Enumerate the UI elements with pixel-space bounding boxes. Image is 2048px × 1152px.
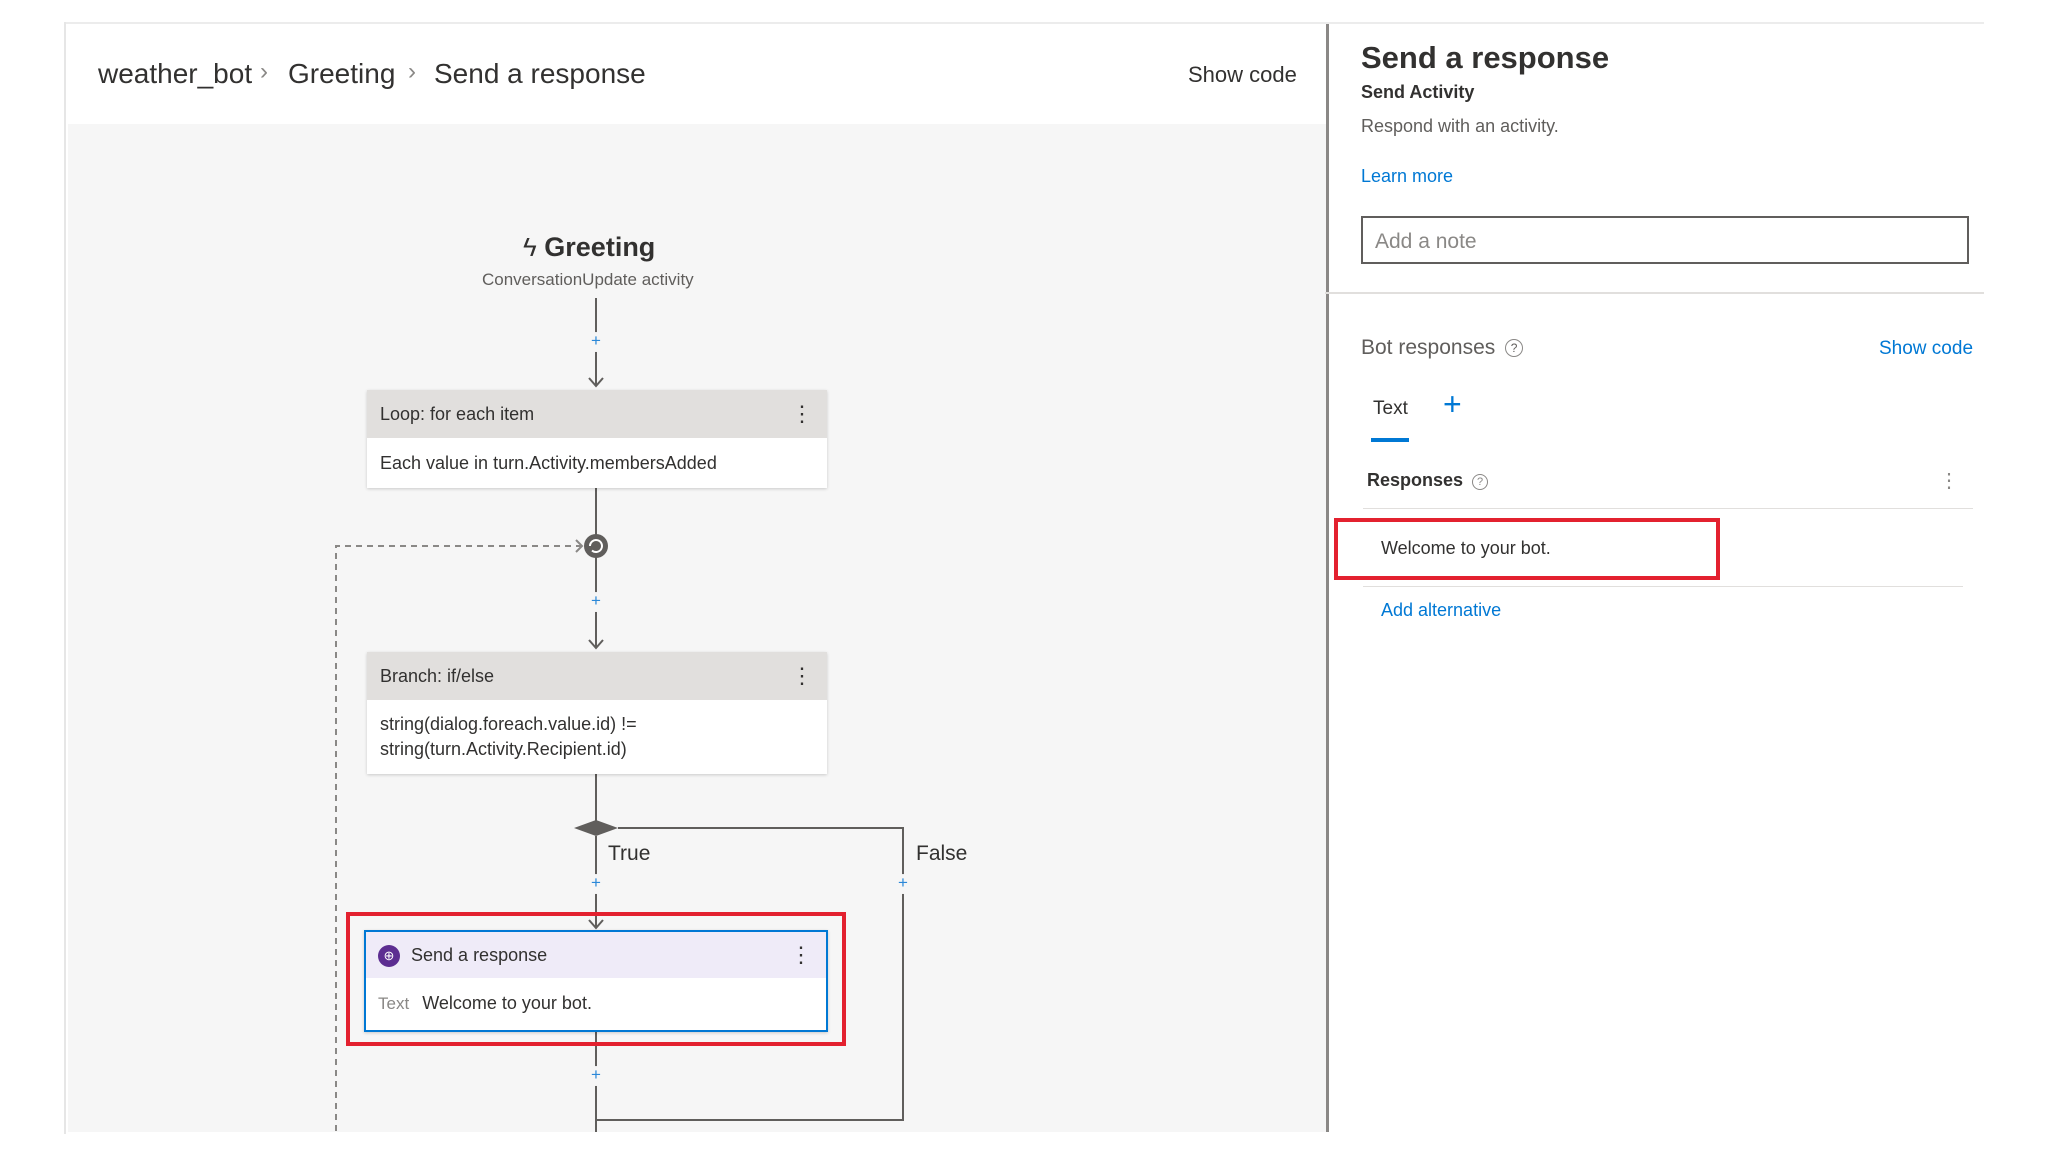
- learn-more-link[interactable]: Learn more: [1361, 166, 1453, 187]
- breadcrumb-item-send-a-response[interactable]: Send a response: [434, 58, 646, 90]
- show-code-button[interactable]: Show code: [1188, 62, 1297, 88]
- note-placeholder: Add a note: [1375, 230, 1477, 253]
- properties-panel: Send a response Send Activity Respond wi…: [1325, 24, 1984, 1132]
- branch-node-title: Branch: if/else: [380, 666, 495, 686]
- show-code-link[interactable]: Show code: [1879, 338, 1973, 360]
- branch-condition-line: string(turn.Activity.Recipient.id): [380, 739, 627, 759]
- true-branch-label: True: [608, 842, 651, 865]
- frame-left-border: [64, 22, 66, 1134]
- add-alternative-link[interactable]: Add alternative: [1381, 600, 1501, 621]
- panel-subtitle: Send Activity: [1361, 82, 1475, 102]
- loop-node-header: Loop: for each item ⋮: [367, 390, 827, 438]
- tab-active-indicator: [1371, 438, 1409, 442]
- tab-text[interactable]: Text: [1373, 398, 1408, 420]
- note-input[interactable]: Add a note: [1361, 216, 1969, 264]
- breadcrumb-header: weather_bot › Greeting › Send a response…: [66, 24, 1326, 124]
- lightning-icon: ϟ: [523, 232, 537, 262]
- loop-node-body: Each value in turn.Activity.membersAdded: [380, 453, 717, 473]
- send-response-node-body: Text Welcome to your bot.: [366, 978, 826, 1029]
- response-separator: [1363, 586, 1963, 587]
- dialog-flow-canvas[interactable]: ϟ Greeting ConversationUpdate activity +…: [68, 124, 1326, 1132]
- branch-node-header: Branch: if/else ⋮: [367, 652, 827, 700]
- help-icon[interactable]: ?: [1472, 474, 1489, 490]
- response-type-label: Text: [378, 994, 410, 1013]
- loop-node[interactable]: Loop: for each item ⋮ Each value in turn…: [367, 390, 827, 488]
- add-action-plus-icon[interactable]: +: [586, 1066, 606, 1086]
- breadcrumb-item-greeting[interactable]: Greeting: [288, 58, 395, 90]
- add-action-plus-icon[interactable]: +: [586, 874, 606, 894]
- more-options-icon[interactable]: ⋮: [791, 390, 813, 438]
- more-options-icon[interactable]: ⋮: [790, 932, 812, 978]
- responses-separator: [1363, 508, 1973, 509]
- loop-node-title: Loop: for each item: [380, 404, 535, 424]
- branch-node-body: string(dialog.foreach.value.id) != strin…: [367, 700, 827, 762]
- send-response-node[interactable]: ⊕ Send a response ⋮ Text Welcome to your…: [364, 930, 828, 1032]
- more-options-icon[interactable]: ⋮: [1939, 468, 1959, 493]
- response-item[interactable]: Welcome to your bot.: [1381, 538, 1551, 559]
- branch-diamond-icon: [574, 820, 618, 836]
- more-options-icon[interactable]: ⋮: [791, 652, 813, 700]
- send-response-node-header: ⊕ Send a response ⋮: [366, 932, 826, 978]
- chevron-right-icon: ›: [260, 58, 268, 85]
- send-activity-icon: ⊕: [378, 945, 400, 968]
- bot-responses-label: Bot responses ?: [1361, 336, 1524, 360]
- branch-node[interactable]: Branch: if/else ⋮ string(dialog.foreach.…: [367, 652, 827, 774]
- chevron-right-icon: ›: [408, 58, 416, 85]
- panel-description: Respond with an activity.: [1361, 116, 1559, 136]
- add-tab-plus-icon[interactable]: +: [1443, 388, 1462, 420]
- branch-condition-line: string(dialog.foreach.value.id) !=: [380, 714, 637, 734]
- response-text: Welcome to your bot.: [422, 993, 592, 1013]
- panel-title: Send a response: [1361, 40, 1610, 75]
- panel-separator: [1325, 292, 1984, 294]
- add-action-plus-icon[interactable]: +: [893, 874, 913, 894]
- send-response-node-title: Send a response: [411, 945, 548, 965]
- bot-responses-text: Bot responses: [1361, 336, 1496, 359]
- trigger-title[interactable]: ϟ Greeting: [523, 232, 655, 263]
- responses-label: Responses ?: [1367, 470, 1489, 491]
- breadcrumb-item-weather-bot[interactable]: weather_bot: [98, 58, 252, 90]
- trigger-title-text: Greeting: [544, 232, 656, 262]
- false-branch-label: False: [916, 842, 968, 865]
- help-icon[interactable]: ?: [1505, 339, 1524, 357]
- add-action-plus-icon[interactable]: +: [586, 332, 606, 352]
- trigger-subtitle: ConversationUpdate activity: [482, 270, 694, 289]
- add-action-plus-icon[interactable]: +: [586, 592, 606, 612]
- responses-text: Responses: [1367, 470, 1464, 490]
